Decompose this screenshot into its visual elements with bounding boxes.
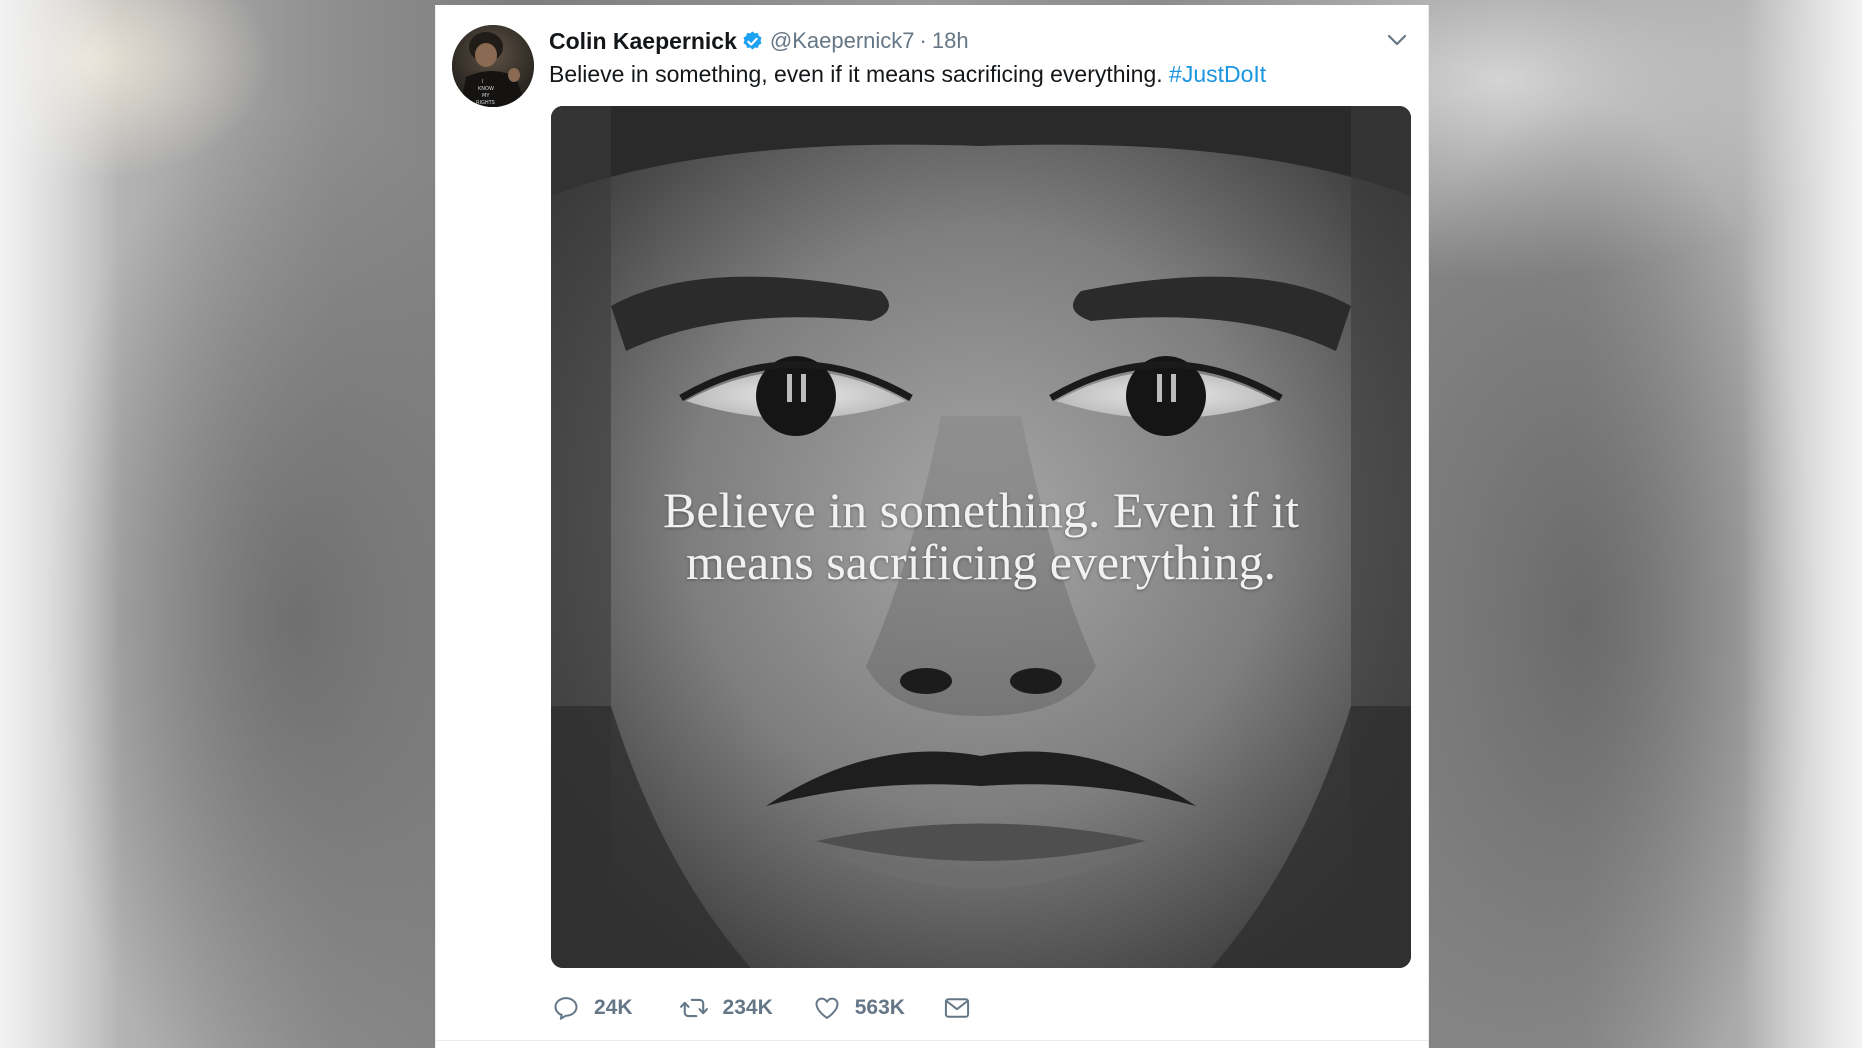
media-overlay-line-1: Believe in something. Even if it (663, 482, 1299, 538)
author-display-name[interactable]: Colin Kaepernick (549, 28, 737, 55)
tweet-body-text: Believe in something, even if it means s… (549, 61, 1163, 87)
media-overlay-line-2: means sacrificing everything. (685, 534, 1277, 590)
like-button[interactable]: 563K (813, 994, 905, 1022)
avatar-shirt-text-2: KNOW (478, 86, 494, 92)
background-left-fade (0, 0, 120, 1048)
tweet-action-bar: 24K 234K 563K (552, 993, 971, 1023)
reply-icon (552, 994, 580, 1022)
direct-message-button[interactable] (943, 995, 971, 1021)
tweet-timestamp[interactable]: 18h (932, 28, 969, 54)
tweet-text: Believe in something, even if it means s… (549, 61, 1398, 88)
reply-button[interactable]: 24K (552, 994, 633, 1022)
avatar-shirt-text-4: RIGHTS (476, 100, 495, 106)
meta-separator: · (919, 28, 927, 53)
chevron-down-icon (1387, 33, 1407, 51)
verified-badge-icon (741, 30, 764, 53)
avatar-photo: I KNOW MY RIGHTS (452, 25, 534, 107)
like-count: 563K (854, 996, 905, 1019)
envelope-icon (943, 995, 971, 1021)
tweet-media-image[interactable]: Believe in something. Even if it means s… (551, 106, 1411, 968)
avatar-shirt-text-1: I (482, 79, 483, 85)
media-overlay-text: Believe in something. Even if it means s… (551, 484, 1411, 588)
reply-count: 24K (594, 996, 633, 1019)
tweet-header: Colin Kaepernick @Kaepernick7 · 18h (549, 25, 1398, 57)
avatar[interactable]: I KNOW MY RIGHTS (452, 25, 534, 107)
retweet-icon (679, 994, 709, 1022)
retweet-button[interactable]: 234K (679, 994, 773, 1022)
tweet-divider (436, 1040, 1428, 1041)
retweet-count: 234K (722, 996, 773, 1019)
background-right-fade (1742, 0, 1862, 1048)
hashtag-link[interactable]: #JustDoIt (1169, 61, 1266, 87)
tweet-card[interactable]: I KNOW MY RIGHTS Colin Kaepernick @Kaepe… (435, 5, 1429, 1048)
author-handle[interactable]: @Kaepernick7 (770, 28, 915, 54)
avatar-shirt-text-3: MY (482, 93, 490, 99)
heart-icon (813, 994, 841, 1022)
tweet-menu-button[interactable] (1384, 29, 1410, 55)
